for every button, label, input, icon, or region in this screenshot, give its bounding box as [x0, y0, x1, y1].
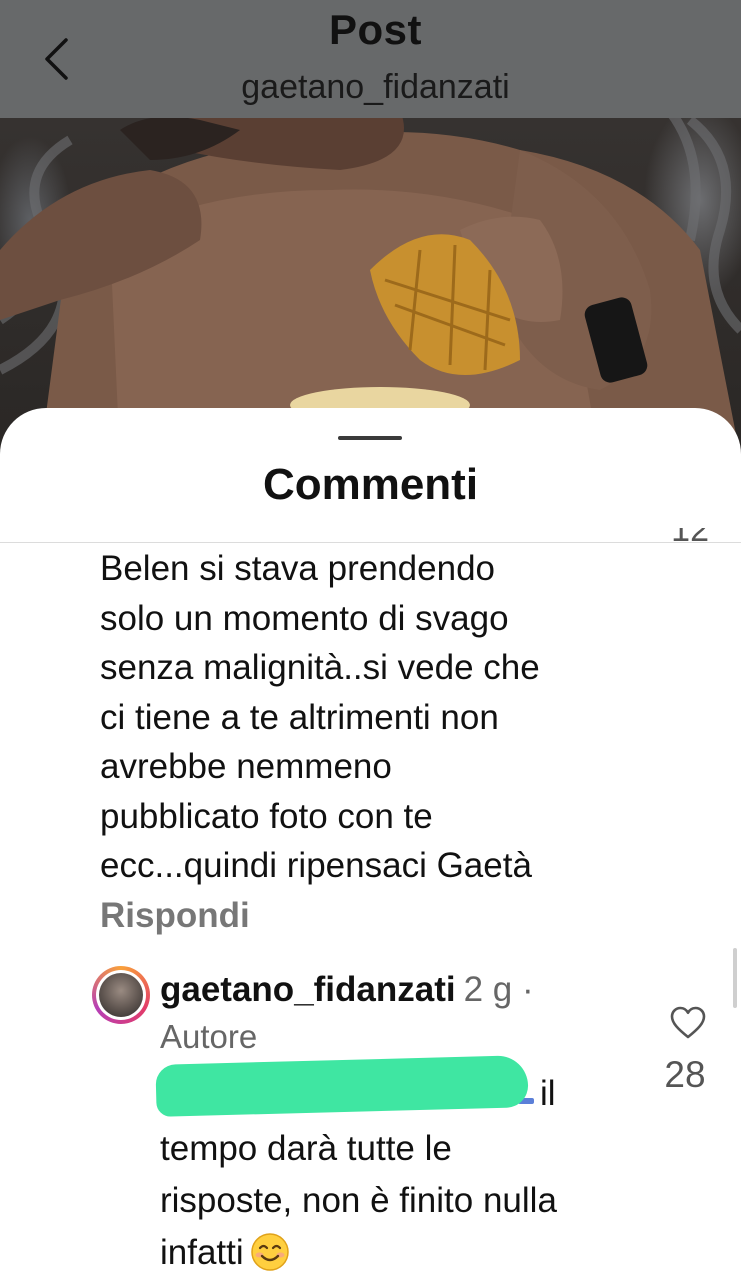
- reply-username[interactable]: gaetano_fidanzati: [160, 970, 456, 1009]
- reply-like-count: 28: [664, 1054, 706, 1095]
- reply-text-first-line: il: [540, 1074, 556, 1113]
- reply-button[interactable]: Rispondi: [100, 896, 250, 936]
- comment-text: Belen si stava prendendo solo un momento…: [100, 549, 540, 885]
- top-bar: Post gaetano_fidanzati: [0, 0, 741, 118]
- comment-like-count: 12: [671, 528, 709, 549]
- reply-header: gaetano_fidanzati 2 g ·: [160, 970, 534, 1010]
- author-badge: Autore: [160, 1018, 258, 1055]
- post-author-username[interactable]: gaetano_fidanzati: [0, 68, 741, 107]
- avatar-ring-gap: [96, 970, 146, 1020]
- avatar-image: [99, 973, 143, 1017]
- scrollbar[interactable]: [733, 948, 737, 1008]
- reply-text-body: tempo darà tutte le risposte, non è fini…: [160, 1129, 557, 1272]
- page-title: Post: [328, 6, 422, 53]
- like-button[interactable]: [670, 1006, 706, 1040]
- redaction-mark: [155, 1055, 529, 1117]
- divider: [0, 542, 741, 543]
- reply-text: tempo darà tutte le risposte, non è fini…: [160, 1123, 720, 1279]
- heart-outline-icon: [670, 1006, 706, 1039]
- comments-sheet: Commenti 12 Belen si stava prendendo sol…: [0, 408, 741, 1280]
- smiling-face-icon: [250, 1233, 289, 1271]
- avatar[interactable]: [92, 966, 150, 1024]
- reply-timestamp: 2 g ·: [463, 970, 534, 1009]
- sheet-drag-handle[interactable]: [338, 436, 402, 440]
- sheet-title: Commenti: [262, 460, 479, 509]
